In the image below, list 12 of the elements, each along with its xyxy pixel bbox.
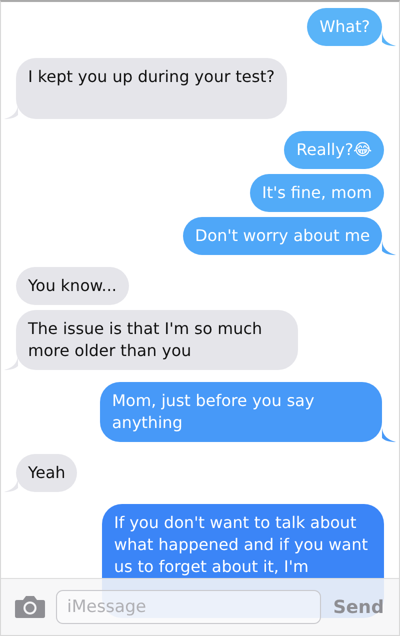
received-message: I kept you up during your test? [16, 58, 287, 119]
received-message: You know... [16, 267, 129, 305]
camera-icon[interactable] [14, 595, 46, 619]
sent-message: Mom, just before you say anything [100, 382, 382, 442]
received-message: Yeah [16, 454, 78, 492]
message-input[interactable]: iMessage [56, 590, 322, 624]
sent-message: It's fine, mom [250, 174, 384, 212]
sent-message: Don't worry about me [183, 217, 382, 255]
sent-message: Really?😂 [284, 131, 384, 169]
send-button[interactable]: Send [331, 594, 386, 620]
sent-message: What? [307, 8, 382, 46]
received-message: The issue is that I'm so much more older than you [16, 310, 298, 370]
